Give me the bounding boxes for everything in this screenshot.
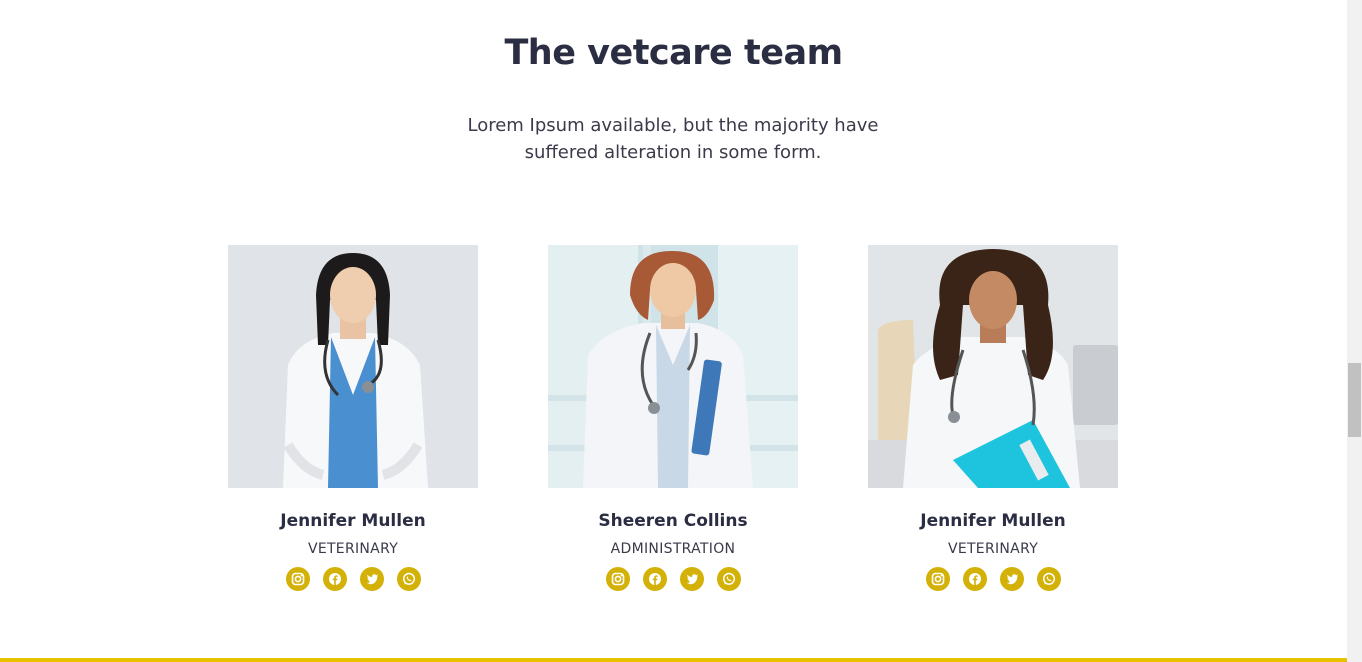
whatsapp-icon[interactable] (1036, 567, 1061, 591)
page-scrollbar[interactable] (1347, 0, 1362, 662)
twitter-icon[interactable] (679, 567, 704, 591)
team-card: Sheeren Collins ADMINISTRATION (548, 245, 798, 591)
footer-accent-bar (0, 658, 1347, 662)
instagram-icon[interactable] (605, 567, 630, 591)
team-member-photo (868, 245, 1118, 488)
team-card: Jennifer Mullen VETERINARY (868, 245, 1118, 591)
instagram-icon[interactable] (925, 567, 950, 591)
instagram-icon[interactable] (285, 567, 310, 591)
section-subtitle: Lorem Ipsum available, but the majority … (467, 115, 879, 163)
scrollbar-thumb[interactable] (1348, 363, 1361, 437)
social-links (868, 567, 1118, 591)
social-links (548, 567, 798, 591)
team-member-role: VETERINARY (947, 541, 1039, 557)
team-member-role: ADMINISTRATION (610, 541, 736, 557)
twitter-icon[interactable] (999, 567, 1024, 591)
team-member-name: Jennifer Mullen (920, 511, 1066, 531)
team-member-name: Sheeren Collins (598, 511, 748, 531)
team-member-name: Jennifer Mullen (280, 511, 426, 531)
whatsapp-icon[interactable] (716, 567, 741, 591)
team-section: The vetcare team Lorem Ipsum available, … (0, 0, 1347, 662)
team-member-role: VETERINARY (307, 541, 399, 557)
team-card: Jennifer Mullen VETERINARY (228, 245, 478, 591)
team-member-photo (548, 245, 798, 488)
facebook-icon[interactable] (322, 567, 347, 591)
team-member-photo (228, 245, 478, 488)
section-title: The vetcare team (504, 33, 843, 73)
facebook-icon[interactable] (642, 567, 667, 591)
whatsapp-icon[interactable] (396, 567, 421, 591)
social-links (228, 567, 478, 591)
facebook-icon[interactable] (962, 567, 987, 591)
twitter-icon[interactable] (359, 567, 384, 591)
